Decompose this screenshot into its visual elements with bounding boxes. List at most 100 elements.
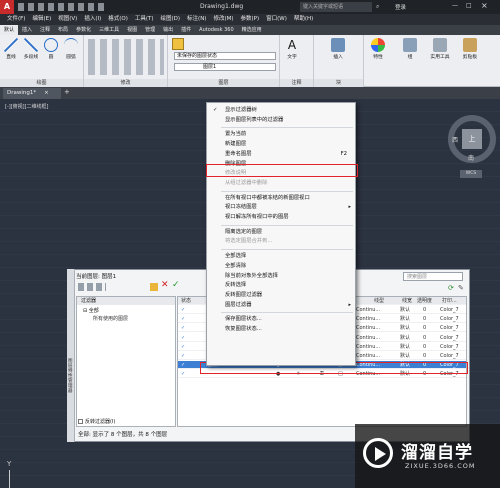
col-status[interactable]: 状态 <box>181 297 191 305</box>
refresh-icon[interactable]: ⟳ <box>448 284 454 292</box>
current-layer-dropdown[interactable]: 图层1 <box>174 63 276 71</box>
circle-tool[interactable]: 圆 <box>41 36 61 60</box>
ribbon-tab[interactable]: 视图 <box>123 25 141 35</box>
ribbon-tab[interactable]: 布局 <box>54 25 72 35</box>
title-bar: A Drawing1.dwg 键入关键字或短语 ⌕ 登录 — □ × <box>0 0 500 14</box>
context-menu-label: 重命名图层 <box>225 150 252 157</box>
context-menu-item[interactable]: 恢复图层状态... <box>207 325 355 333</box>
properties-tool[interactable]: 特性 <box>368 36 388 60</box>
close-button[interactable]: × <box>481 1 488 10</box>
menu-item[interactable]: 窗口(W) <box>266 14 287 25</box>
context-menu-item[interactable]: 从组过滤器中删除 <box>207 179 355 187</box>
menu-item[interactable]: 绘图(D) <box>161 14 181 25</box>
layer-properties-icon[interactable] <box>172 38 184 50</box>
context-menu-item[interactable]: 视口解冻所有视口中的图层 <box>207 213 355 221</box>
status-icon: ✓ <box>181 343 186 350</box>
context-menu-item[interactable]: 隔离选定的图层 <box>207 228 355 236</box>
quick-access-icons[interactable] <box>18 3 108 11</box>
app-logo[interactable]: A <box>0 0 14 14</box>
palette-side-bar[interactable]: 图层特性管理器 <box>67 269 75 442</box>
menu-item[interactable]: 插入(I) <box>84 14 101 25</box>
context-menu-item[interactable]: 置为当前 <box>207 130 355 138</box>
ribbon-tab[interactable]: 注释 <box>36 25 54 35</box>
filter-all[interactable]: ⊟ 全部 <box>83 307 99 314</box>
transparency: 0 <box>423 334 427 341</box>
insert-tool[interactable]: 插入 <box>328 36 348 60</box>
compass-west[interactable]: 西 <box>452 135 458 144</box>
new-tab-icon[interactable]: + <box>64 88 70 96</box>
menu-item[interactable]: 帮助(H) <box>294 14 313 25</box>
invert-filter-checkbox[interactable]: 反转过滤器(I) <box>78 418 115 425</box>
arc-tool[interactable]: 圆弧 <box>61 36 81 60</box>
context-menu-item[interactable]: 新建图层 <box>207 140 355 148</box>
minimize-button[interactable]: — <box>452 2 458 9</box>
context-menu-item[interactable]: 全部清除 <box>207 262 355 270</box>
ribbon-tab[interactable]: 插件 <box>177 25 195 35</box>
wcs-menu[interactable]: WCS <box>460 170 482 178</box>
col-linetype[interactable]: 线型 <box>374 297 384 305</box>
ribbon-tab[interactable]: 默认 <box>0 25 19 35</box>
context-menu-item[interactable]: 显示图层列表中的过滤器 <box>207 116 355 124</box>
menu-item[interactable]: 编辑(E) <box>32 14 51 25</box>
context-menu-item[interactable]: 全部选择 <box>207 252 355 260</box>
context-menu-item[interactable]: 除当前对象外全部选择 <box>207 272 355 280</box>
filter-used-layers[interactable]: 所有使用的图层 <box>93 315 128 322</box>
search-icon[interactable]: ⌕ <box>376 3 379 11</box>
menu-item[interactable]: 标注(N) <box>187 14 206 25</box>
compass-south[interactable]: 南 <box>468 153 474 162</box>
delete-layer-icon[interactable]: ✕ <box>161 281 169 290</box>
context-menu-item[interactable]: 将选定图层合并到... <box>207 237 355 245</box>
context-menu-item[interactable]: 重命名图层 F2 <box>207 150 355 158</box>
layer-search-input[interactable]: 搜索图层 <box>403 272 463 281</box>
viewport-controls[interactable]: [-][俯视][二维线框] <box>5 103 49 110</box>
ucs-line-icon <box>9 470 10 488</box>
context-menu-label: 视口解冻所有视口中的图层 <box>225 214 289 220</box>
context-menu-item[interactable]: 视口冻结图层 ▸ <box>207 203 355 211</box>
context-menu-item[interactable]: 反转图层过滤器 <box>207 291 355 299</box>
viewcube[interactable]: 上 西 南 WCS <box>448 113 496 183</box>
login-link[interactable]: 登录 <box>395 3 406 11</box>
context-menu-item[interactable]: 保存图层状态... <box>207 315 355 323</box>
group-tool[interactable]: 组 <box>400 36 420 60</box>
context-menu-item[interactable]: 在所有视口中都被冻结的新图层视口 <box>207 194 355 202</box>
menu-item[interactable]: 视图(V) <box>58 14 77 25</box>
ribbon-tab[interactable]: 输出 <box>159 25 177 35</box>
context-menu-item[interactable]: 图层过滤器 ▸ <box>207 301 355 309</box>
menu-item[interactable]: 参数(P) <box>241 14 260 25</box>
menu-item[interactable]: 格式(O) <box>108 14 128 25</box>
context-menu-item[interactable]: 反转选择 <box>207 281 355 289</box>
ribbon-tab[interactable]: 精选应用 <box>238 25 266 35</box>
modify-tools-icons[interactable] <box>88 39 164 75</box>
submenu-arrow-icon: ▸ <box>348 204 351 211</box>
settings-icon[interactable]: ✎ <box>458 284 464 292</box>
col-lineweight[interactable]: 线宽 <box>402 297 412 305</box>
text-tool[interactable]: A 文字 <box>282 36 302 60</box>
layer-toolbar-icons[interactable] <box>78 283 106 291</box>
set-current-icon[interactable]: ✓ <box>172 281 180 290</box>
menu-item[interactable]: 修改(M) <box>213 14 233 25</box>
menu-item[interactable]: 工具(T) <box>135 14 154 25</box>
menu-item[interactable]: 文件(F) <box>7 14 25 25</box>
ribbon-tab[interactable]: Autodesk 360 <box>195 25 238 35</box>
col-plot-style[interactable]: 打印... <box>442 297 457 305</box>
layer-state-dropdown[interactable]: 未保存的图层状态 <box>174 52 276 60</box>
layer-group: 未保存的图层状态 图层1 图层 <box>168 35 280 87</box>
ribbon-tab[interactable]: 插入 <box>18 25 36 35</box>
ribbon-tab[interactable]: 三维工具 <box>95 25 123 35</box>
close-icon[interactable]: × <box>44 90 49 96</box>
context-menu-item[interactable]: ✓ 显示过滤器树 <box>207 106 355 114</box>
utilities-tool[interactable]: 实用工具 <box>428 36 452 60</box>
context-menu-label: 将选定图层合并到... <box>225 238 273 245</box>
line-tool[interactable]: 直线 <box>1 36 21 60</box>
document-tab[interactable]: Drawing1* × <box>3 88 61 99</box>
new-layer-icon[interactable] <box>150 283 158 291</box>
clipboard-tool[interactable]: 剪贴板 <box>458 36 482 60</box>
annotate-group: A 文字 注释 <box>280 35 314 87</box>
ribbon-tab[interactable]: 管理 <box>141 25 159 35</box>
maximize-button[interactable]: □ <box>466 2 472 9</box>
col-transparency[interactable]: 透明度 <box>417 297 432 305</box>
search-input[interactable]: 键入关键字或短语 <box>300 2 372 12</box>
polyline-tool[interactable]: 多段线 <box>21 36 41 60</box>
ribbon-tab[interactable]: 参数化 <box>72 25 95 35</box>
viewcube-top-face[interactable]: 上 <box>462 129 482 149</box>
